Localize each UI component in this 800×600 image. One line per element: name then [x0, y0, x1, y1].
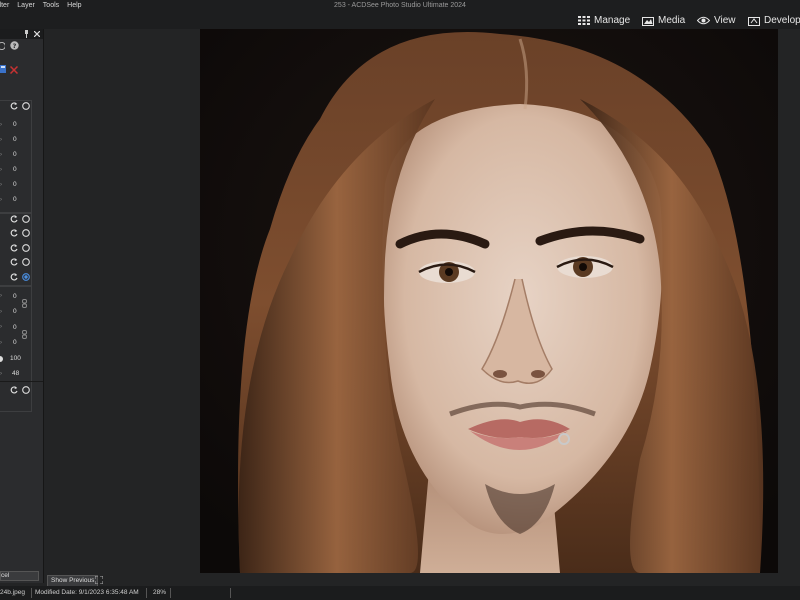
toggle-off-icon[interactable]: [22, 244, 30, 252]
mode-manage[interactable]: Manage: [578, 13, 630, 28]
mode-label: Manage: [594, 15, 631, 26]
fullscreen-icon[interactable]: [95, 576, 103, 584]
reset-icon[interactable]: [10, 229, 18, 237]
slider-arrow: ›: [0, 293, 2, 299]
slider-arrow: ›: [0, 197, 2, 203]
pin-icon[interactable]: [24, 30, 29, 38]
status-modified-date: Modified Date: 9/1/2023 6:35:48 AM: [35, 589, 139, 596]
toggle-off-icon[interactable]: [22, 215, 30, 223]
save-preset-icon[interactable]: [0, 65, 6, 73]
image-toolbar: [45, 573, 800, 586]
divider: [0, 381, 43, 382]
reset-icon[interactable]: [10, 102, 18, 110]
grid-icon: [578, 16, 590, 25]
reset-icon[interactable]: [0, 42, 5, 50]
status-filename: 24b.jpeg: [0, 589, 25, 596]
window-title: 253 - ACDSee Photo Studio Ultimate 2024: [334, 2, 466, 9]
status-bar: 24b.jpeg Modified Date: 9/1/2023 6:35:48…: [0, 586, 800, 600]
menu-bar: ilter Layer Tools Help 253 - ACDSee Phot…: [0, 0, 800, 12]
link-icon[interactable]: [22, 299, 27, 308]
slider-arrow: ›: [0, 371, 2, 377]
slider-arrow: ›: [0, 167, 2, 173]
help-icon[interactable]: ?: [10, 41, 19, 50]
mode-label: Media: [658, 15, 686, 26]
slider-arrow: ›: [0, 122, 2, 128]
toggle-off-icon[interactable]: [22, 229, 30, 237]
slider-arrow: ›: [0, 152, 2, 158]
delete-preset-icon[interactable]: [10, 66, 18, 74]
mode-bar: Manage Media View Develop: [0, 12, 800, 29]
reset-icon[interactable]: [10, 258, 18, 266]
slider-arrow: ›: [0, 324, 2, 330]
value-field[interactable]: 0: [13, 196, 17, 203]
status-divider: [230, 588, 231, 598]
link-icon[interactable]: [22, 330, 27, 339]
toggle-off-icon[interactable]: [22, 102, 30, 110]
photo-canvas[interactable]: [200, 29, 778, 573]
slider-arrow: ›: [0, 182, 2, 188]
panel-header: [0, 29, 43, 39]
mode-view[interactable]: View: [697, 13, 736, 28]
reset-icon[interactable]: [10, 215, 18, 223]
status-zoom: 28%: [153, 589, 167, 596]
status-divider: [170, 588, 171, 598]
mode-label: Develop: [764, 15, 800, 26]
toggle-on-icon[interactable]: [22, 273, 30, 281]
value-field[interactable]: 0: [13, 293, 17, 300]
mode-label: View: [714, 15, 736, 26]
close-icon[interactable]: [34, 31, 40, 37]
reset-icon[interactable]: [10, 244, 18, 252]
status-divider: [146, 588, 147, 598]
value-field[interactable]: 0: [13, 136, 17, 143]
reset-icon[interactable]: [10, 273, 18, 281]
value-field[interactable]: 0: [13, 324, 17, 331]
mode-media[interactable]: Media: [642, 13, 685, 28]
value-field[interactable]: 0: [13, 121, 17, 128]
mode-develop[interactable]: Develop: [748, 13, 800, 28]
value-field[interactable]: 0: [13, 308, 17, 315]
value-field[interactable]: 0: [13, 166, 17, 173]
slider-knob-icon[interactable]: [0, 356, 4, 362]
value-field[interactable]: 0: [13, 339, 17, 346]
adjustment-panel: ? › 0 › 0 › 0 › 0 › 0 › 0 › 0 › 0 › 0 › …: [0, 29, 44, 583]
svg-text:?: ?: [13, 42, 17, 50]
cancel-button[interactable]: cel: [0, 571, 39, 581]
status-divider: [31, 588, 32, 598]
media-icon: [642, 16, 654, 26]
slider-arrow: ›: [0, 309, 2, 315]
value-field[interactable]: 0: [13, 151, 17, 158]
value-field[interactable]: 48: [12, 370, 19, 377]
value-field[interactable]: 0: [13, 181, 17, 188]
slider-arrow: ›: [0, 340, 2, 346]
portrait-image: [200, 29, 778, 573]
eye-icon: [697, 16, 710, 25]
toggle-off-icon[interactable]: [22, 258, 30, 266]
value-field[interactable]: 100: [10, 355, 21, 362]
toggle-off-icon[interactable]: [22, 386, 30, 394]
develop-icon: [748, 16, 760, 26]
slider-arrow: ›: [0, 137, 2, 143]
reset-icon[interactable]: [10, 386, 18, 394]
